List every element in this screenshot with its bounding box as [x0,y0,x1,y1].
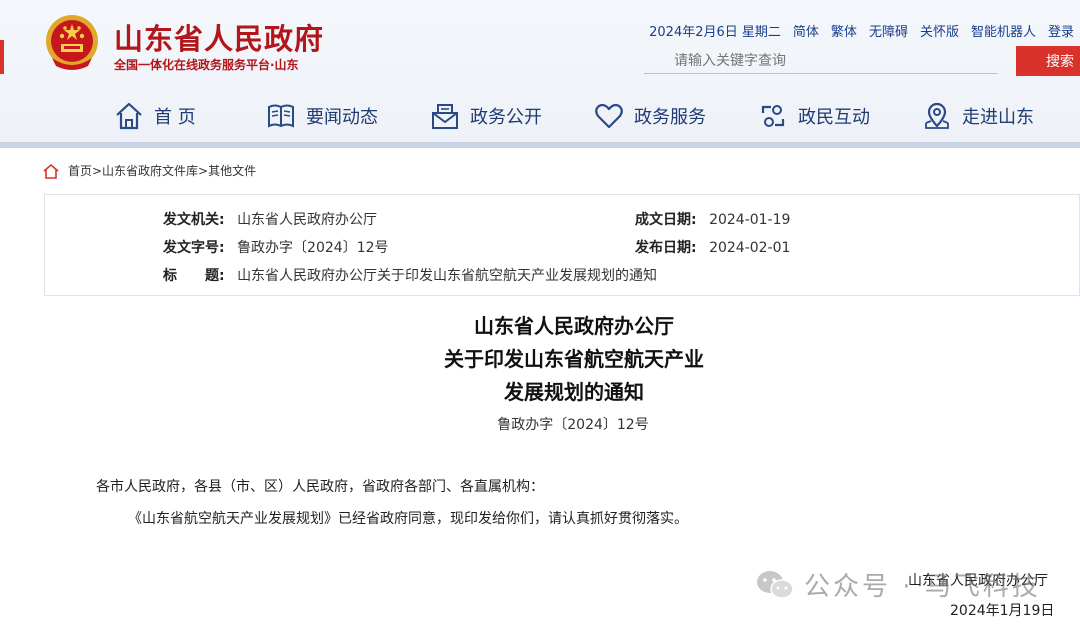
nav-about-shandong[interactable]: 走进山东 [922,96,1034,136]
published-date-row: 发布日期: 2024-02-01 [635,237,790,257]
nav-home[interactable]: 首 页 [114,96,196,136]
book-icon [268,104,294,128]
signature-date: 2024年1月19日 [950,603,1055,619]
published-date-value: 2024-02-01 [709,240,791,256]
wechat-icon [757,570,794,599]
nav-about-shandong-label: 走进山东 [962,107,1034,128]
doc-number-row: 发文字号: 鲁政办字〔2024〕12号 [163,237,389,257]
current-date: 2024年2月6日 星期二 [649,25,781,40]
home-icon [116,102,142,130]
nav-gov-affairs-label: 政务公开 [470,107,542,128]
issuer-row: 发文机关: 山东省人民政府办公厅 [163,209,377,229]
top-utility-bar: 2024年2月6日 星期二 简体 繁体 无障碍 关怀版 智能机器人 登录 [649,21,1074,40]
nav-news-label: 要闻动态 [306,107,378,128]
site-subtitle[interactable]: 全国一体化在线政务服务平台·山东 [114,56,299,73]
national-emblem-icon [46,15,98,70]
nav-interaction[interactable]: 政民互动 [758,96,870,136]
written-date-row: 成文日期: 2024-01-19 [635,209,790,229]
search-button[interactable]: 搜索 [1016,46,1080,76]
nav-home-label: 首 页 [154,107,196,128]
title-value: 山东省人民政府办公厅关于印发山东省航空航天产业发展规划的通知 [237,268,658,284]
salutation: 各市人民政府，各县（市、区）人民政府，省政府各部门、各直属机构： [96,479,544,495]
doc-title-line-2: 关于印发山东省航空航天产业 [444,347,704,371]
doc-title-line-3: 发展规划的通知 [504,380,644,404]
site-title[interactable]: 山东省人民政府 [114,16,324,58]
link-smart-robot[interactable]: 智能机器人 [971,21,1036,40]
nav-gov-services[interactable]: 政务服务 [594,96,706,136]
written-date-label: 成文日期: [635,212,697,228]
watermark: 公众号 · 马飞科技 [756,566,1041,603]
link-traditional[interactable]: 繁体 [831,21,857,40]
nav-interaction-label: 政民互动 [798,107,870,128]
search-box [644,48,998,74]
interact-icon [761,105,785,127]
body-paragraph: 《山东省航空航天产业发展规划》已经省政府同意，现印发给你们，请认真抓好贯彻落实。 [128,511,688,527]
heart-icon [595,103,623,129]
watermark-text: 公众号 · 马飞科技 [804,572,1041,602]
published-date-label: 发布日期: [635,240,697,256]
breadcrumb: 首页>山东省政府文件库>其他文件 [42,162,256,179]
mail-tray-icon [432,104,458,129]
nav-gov-services-label: 政务服务 [634,107,706,128]
link-simplified[interactable]: 简体 [793,21,819,40]
written-date-value: 2024-01-19 [709,212,791,228]
title-label: 标 题: [163,268,225,284]
title-row: 标 题: 山东省人民政府办公厅关于印发山东省航空航天产业发展规划的通知 [163,265,657,285]
nav-news[interactable]: 要闻动态 [266,96,378,136]
location-icon [925,102,949,129]
search-input[interactable] [644,48,998,73]
issuer-label: 发文机关: [163,212,225,228]
link-accessibility[interactable]: 无障碍 [869,21,908,40]
breadcrumb-path[interactable]: 首页>山东省政府文件库>其他文件 [68,162,256,179]
home-icon [43,163,59,179]
doc-number-label: 发文字号: [163,240,225,256]
link-care-mode[interactable]: 关怀版 [920,21,959,40]
main-nav: 首 页 要闻动态 政务公开 政务服务 政民互动 走进山东 [110,96,1050,136]
doc-number-value: 鲁政办字〔2024〕12号 [237,240,389,256]
doc-title-line-1: 山东省人民政府办公厅 [474,314,674,338]
link-login[interactable]: 登录 [1048,21,1074,40]
site-header: 山东省人民政府 全国一体化在线政务服务平台·山东 2024年2月6日 星期二 简… [0,0,1080,148]
issuer-value: 山东省人民政府办公厅 [237,212,378,228]
doc-number: 鲁政办字〔2024〕12号 [497,417,649,433]
left-edge-accent [0,40,4,74]
document-info-box: 发文机关: 山东省人民政府办公厅 发文字号: 鲁政办字〔2024〕12号 标 题… [44,194,1080,296]
nav-gov-affairs[interactable]: 政务公开 [430,96,542,136]
